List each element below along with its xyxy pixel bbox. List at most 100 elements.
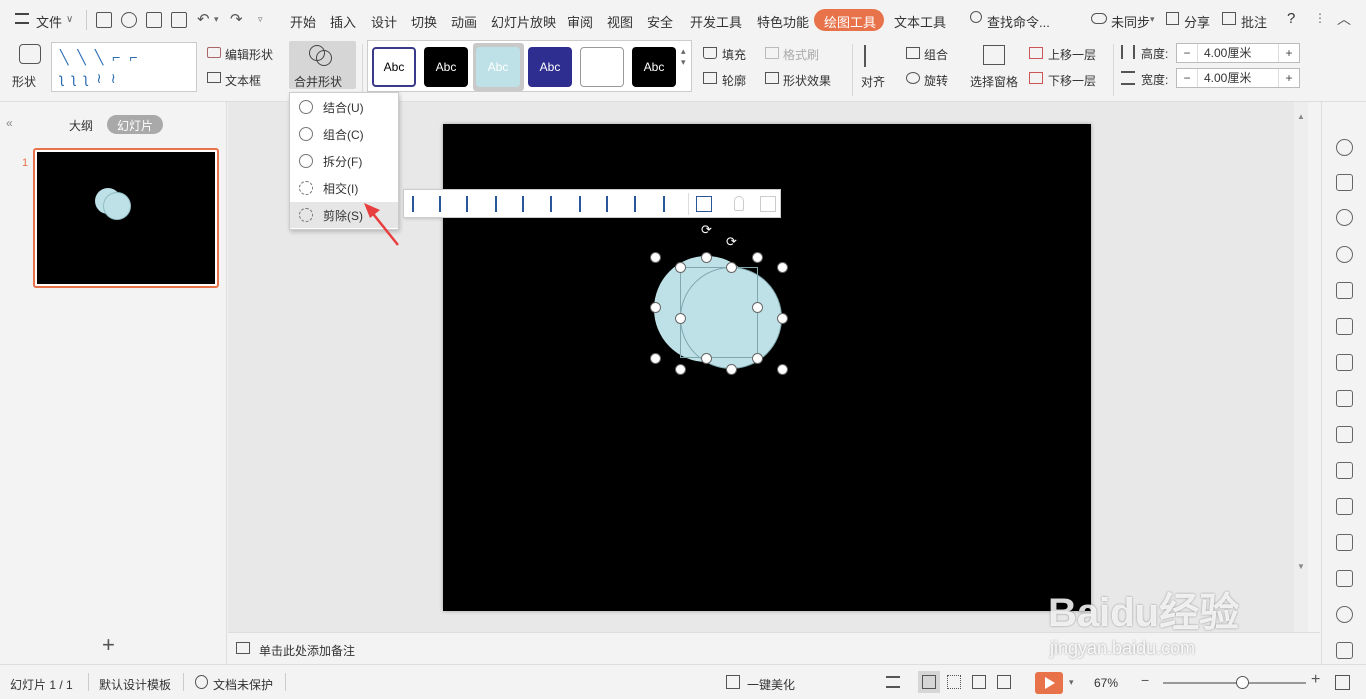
style-swatch-navy[interactable]: Abc bbox=[528, 47, 572, 87]
width-stepper[interactable]: − 4.00厘米 + bbox=[1176, 68, 1300, 88]
save-icon[interactable] bbox=[96, 12, 112, 28]
slideshow-dropdown-icon[interactable]: ▾ bbox=[1069, 677, 1074, 688]
tab-outline[interactable]: 大纲 bbox=[69, 117, 93, 134]
edit-shape-button[interactable]: 编辑形状 bbox=[225, 46, 273, 63]
resize-handle[interactable] bbox=[777, 262, 788, 273]
resize-handle[interactable] bbox=[752, 353, 763, 364]
style-swatch-black[interactable]: Abc bbox=[424, 47, 468, 87]
distribute-horizontal-icon[interactable] bbox=[606, 196, 622, 212]
scroll-up-icon[interactable]: ▲ bbox=[1297, 112, 1305, 121]
grid-icon[interactable] bbox=[1336, 318, 1353, 335]
slide-sorter-icon[interactable] bbox=[947, 675, 961, 689]
textbox-button[interactable]: 文本框 bbox=[225, 72, 261, 89]
tab-insert[interactable]: 插入 bbox=[330, 12, 356, 31]
resize-handle[interactable] bbox=[777, 364, 788, 375]
search-icon[interactable] bbox=[970, 11, 982, 23]
width-input[interactable]: 4.00厘米 bbox=[1197, 69, 1279, 87]
tab-animation[interactable]: 动画 bbox=[451, 12, 477, 31]
slide-thumbnail[interactable] bbox=[33, 148, 219, 288]
align-center-icon[interactable] bbox=[439, 196, 455, 212]
zoom-in-button[interactable]: + bbox=[1311, 671, 1320, 689]
tab-design[interactable]: 设计 bbox=[371, 12, 397, 31]
location-icon[interactable] bbox=[1336, 246, 1353, 263]
select-pane-button[interactable]: 选择窗格 bbox=[970, 73, 1018, 90]
tab-developer[interactable]: 开发工具 bbox=[690, 12, 742, 31]
align-bottom-icon[interactable] bbox=[550, 196, 566, 212]
tab-text-tools[interactable]: 文本工具 bbox=[894, 12, 946, 31]
resize-handle[interactable] bbox=[726, 262, 737, 273]
zoom-slider[interactable] bbox=[1163, 682, 1306, 684]
rotate-icon[interactable] bbox=[906, 72, 920, 84]
hamburger-icon[interactable] bbox=[15, 13, 29, 24]
beautify-icon[interactable] bbox=[726, 675, 740, 689]
style-swatch-black2[interactable]: Abc bbox=[632, 47, 676, 87]
normal-view-icon[interactable] bbox=[922, 675, 936, 689]
tab-review[interactable]: 审阅 bbox=[567, 12, 593, 31]
help-icon[interactable]: ? bbox=[1287, 10, 1295, 27]
rotate-handle-icon[interactable]: ⟳ bbox=[726, 234, 737, 250]
tab-home[interactable]: 开始 bbox=[290, 12, 316, 31]
fit-window-icon[interactable] bbox=[1335, 675, 1350, 690]
style-gallery-scroll-icon[interactable]: ▴ ▾ bbox=[681, 46, 686, 68]
add-slide-button[interactable]: + bbox=[102, 632, 115, 658]
width-decrease-button[interactable]: − bbox=[1177, 71, 1197, 85]
reading-view-icon[interactable] bbox=[972, 675, 986, 689]
send-backward-button[interactable]: 下移一层 bbox=[1048, 72, 1096, 89]
settings-sliders-icon[interactable] bbox=[1336, 390, 1353, 407]
sync-status[interactable]: 未同步 bbox=[1111, 12, 1150, 31]
cloud-icon[interactable] bbox=[1091, 13, 1107, 24]
resize-handle[interactable] bbox=[752, 252, 763, 263]
resize-handle[interactable] bbox=[675, 262, 686, 273]
align-button[interactable]: 对齐 bbox=[861, 73, 885, 90]
distribute-icon[interactable] bbox=[579, 196, 595, 212]
undo-dropdown-icon[interactable]: ▾ bbox=[214, 14, 219, 25]
fill-button[interactable]: 填充 bbox=[722, 46, 746, 63]
align-text-icon[interactable] bbox=[886, 676, 900, 688]
sync-dropdown-icon[interactable]: ▾ bbox=[1150, 14, 1155, 25]
bring-forward-icon[interactable] bbox=[1029, 47, 1043, 59]
fill-icon[interactable] bbox=[703, 47, 717, 59]
rotate-handle-icon[interactable]: ⟳ bbox=[701, 222, 712, 238]
style-swatch-outline[interactable]: Abc bbox=[372, 47, 416, 87]
height-decrease-button[interactable]: − bbox=[1177, 46, 1197, 60]
align-middle-icon[interactable] bbox=[522, 196, 538, 212]
shape-effect-icon[interactable] bbox=[765, 72, 779, 84]
undo-icon[interactable]: ↶ bbox=[197, 10, 210, 28]
print-icon[interactable] bbox=[146, 12, 162, 28]
help-icon[interactable] bbox=[1336, 642, 1353, 659]
history-icon[interactable] bbox=[1336, 606, 1353, 623]
align-right-icon[interactable] bbox=[466, 196, 482, 212]
customize-icon[interactable]: ▿ bbox=[258, 14, 263, 25]
resize-handle[interactable] bbox=[777, 313, 788, 324]
comment-icon[interactable] bbox=[1222, 12, 1236, 25]
edit-shape-icon[interactable] bbox=[207, 47, 221, 58]
zoom-level[interactable]: 67% bbox=[1094, 676, 1118, 690]
resize-handle[interactable] bbox=[701, 252, 712, 263]
menu-item-fragment[interactable]: 拆分(F) bbox=[290, 148, 398, 174]
shape-gallery[interactable]: ╲╲╲⌐⌐ ʅʅʅ≀≀ bbox=[51, 42, 197, 92]
shape-button[interactable]: 形状 bbox=[12, 73, 36, 90]
resize-handle[interactable] bbox=[650, 302, 661, 313]
box-icon[interactable] bbox=[1336, 498, 1353, 515]
group-button[interactable]: 组合 bbox=[924, 46, 948, 63]
tab-slides[interactable]: 幻灯片 bbox=[117, 117, 153, 134]
protect-status[interactable]: 文档未保护 bbox=[213, 676, 273, 693]
menu-item-union[interactable]: 结合(U) bbox=[290, 94, 398, 120]
height-increase-button[interactable]: + bbox=[1279, 46, 1299, 60]
distribute-vertical-icon[interactable] bbox=[634, 196, 650, 212]
menu-item-combine[interactable]: 组合(C) bbox=[290, 121, 398, 147]
play-slideshow-button[interactable] bbox=[1035, 672, 1063, 694]
width-increase-button[interactable]: + bbox=[1279, 71, 1299, 85]
resize-handle[interactable] bbox=[752, 302, 763, 313]
select-pane-icon[interactable] bbox=[983, 45, 1005, 65]
share-icon[interactable] bbox=[1166, 12, 1179, 25]
style-swatch-white[interactable] bbox=[580, 47, 624, 87]
resize-handle[interactable] bbox=[650, 353, 661, 364]
chart-icon[interactable] bbox=[1336, 354, 1353, 371]
print-preview-icon[interactable] bbox=[171, 12, 187, 28]
style-swatch-lightblue[interactable]: Abc bbox=[476, 47, 520, 87]
send-backward-icon[interactable] bbox=[1029, 72, 1043, 84]
triangle-icon[interactable] bbox=[1336, 282, 1353, 299]
tab-drawing-tools[interactable]: 绘图工具 bbox=[824, 12, 876, 31]
height-input[interactable]: 4.00厘米 bbox=[1197, 44, 1279, 62]
